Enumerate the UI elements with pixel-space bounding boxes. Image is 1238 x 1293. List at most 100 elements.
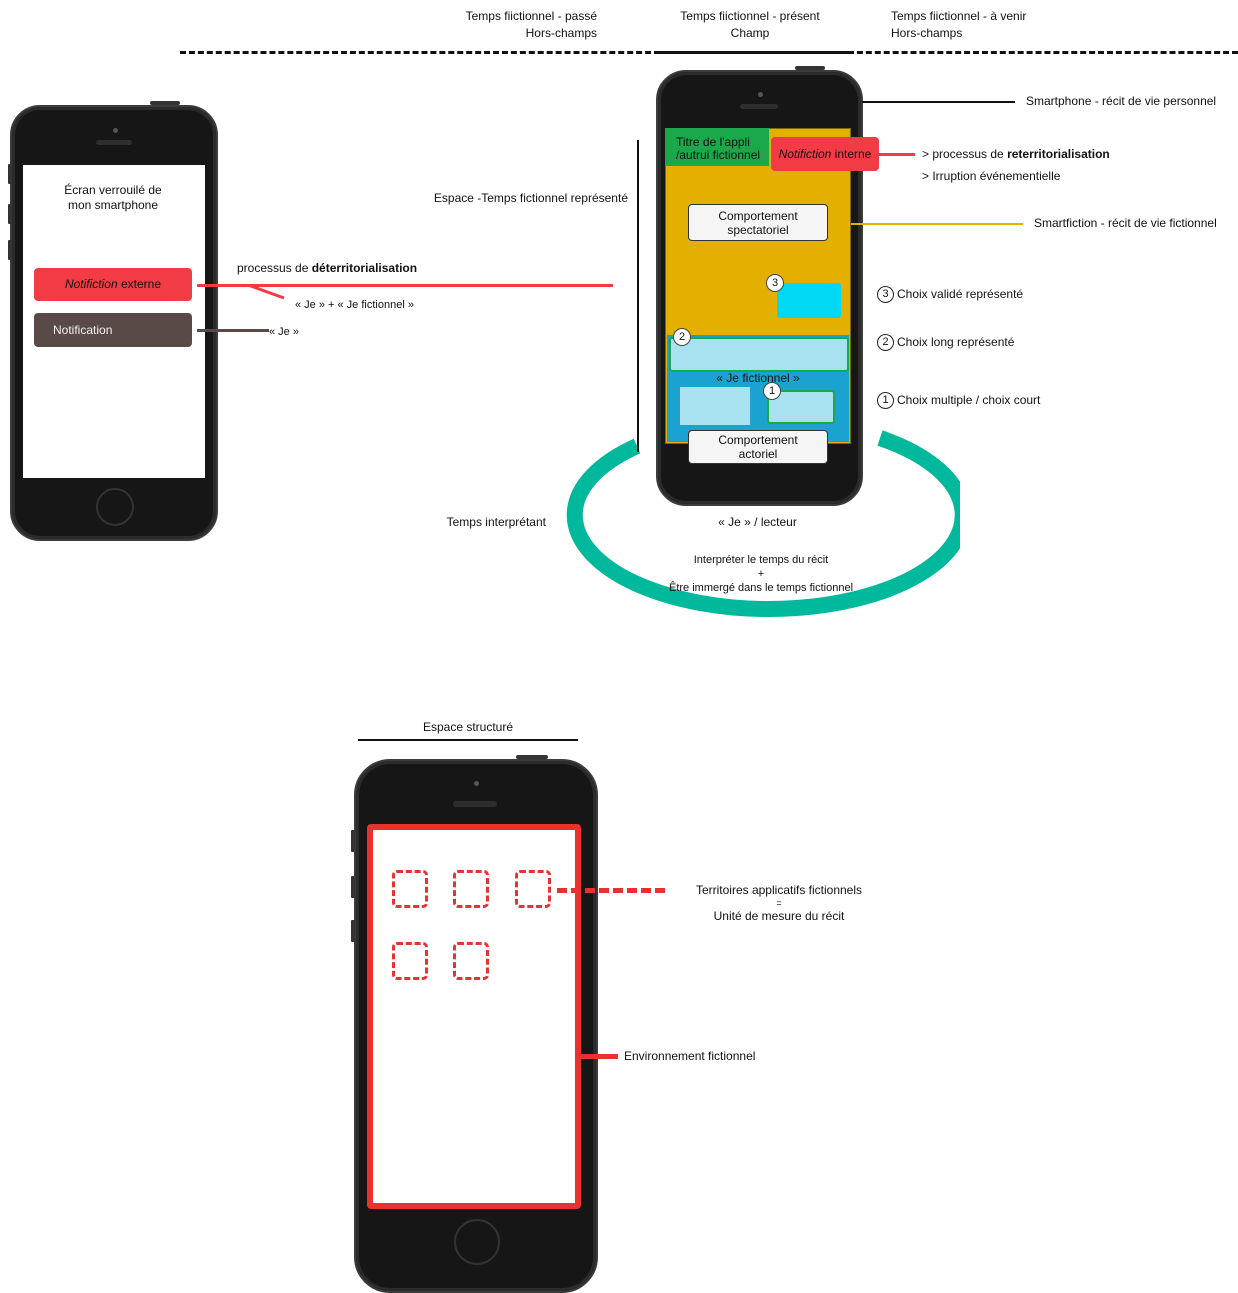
app-title: Titre de l'appli /autrui fictionnel <box>676 136 760 162</box>
deterritorialisation-branch <box>247 284 285 300</box>
choice-2-text: Choix long représenté <box>897 335 1015 349</box>
choice-short-box-a[interactable] <box>680 387 750 425</box>
choice-3-number: 3 <box>877 286 894 304</box>
side-button <box>8 204 12 224</box>
temps-interpretant-label: Temps interprétant <box>446 515 546 529</box>
je-label: « Je » <box>269 326 299 338</box>
timeline-present-line <box>660 51 848 54</box>
espace-structure-label: Espace structuré <box>422 720 514 734</box>
home-button-icon[interactable] <box>96 488 134 526</box>
side-button <box>351 830 355 852</box>
camera-icon <box>474 781 479 786</box>
side-button <box>8 164 12 184</box>
app-territory-icon[interactable] <box>453 942 489 980</box>
interpreter-caption: Interpréter le temps du récit + Être imm… <box>620 553 902 595</box>
camera-icon <box>758 92 763 97</box>
speaker-icon <box>740 104 778 109</box>
timeline-past-sub: Hors-champs <box>525 26 597 40</box>
choice-3-text: Choix validé représenté <box>897 287 1024 301</box>
smartphone-connector <box>862 101 1015 103</box>
territoires-equals: = <box>776 898 782 908</box>
lock-screen-caption-line2: mon smartphone <box>67 198 159 212</box>
timeline-present-title: Temps fiictionnel - présent <box>680 9 820 23</box>
territoires-line1: Territoires applicatifs fictionnels <box>695 883 863 897</box>
speaker-icon <box>453 801 497 807</box>
je-fictionnel-label: « Je fictionnel » <box>716 371 800 385</box>
speaker-icon <box>96 140 132 145</box>
badge-1: 1 <box>763 382 781 400</box>
notification-internal[interactable]: Notifiction interne <box>771 137 879 171</box>
timeline-future-dashed-line <box>848 51 1238 54</box>
smartfiction-label: Smartfiction - récit de vie fictionnel <box>1034 216 1217 230</box>
timeline-present-sub: Champ <box>730 26 770 40</box>
deterritorialisation-label: processus de déterritorialisation <box>237 260 417 277</box>
timeline-past: Temps fiictionnel - passé Hors-champs <box>430 8 597 42</box>
territoires-line2: Unité de mesure du récit <box>713 909 845 923</box>
reterritorialisation-connector <box>879 153 915 156</box>
timeline-future-title: Temps fiictionnel - à venir <box>891 9 1027 23</box>
reterritorialisation-prefix: > processus de <box>922 147 1008 161</box>
app-territory-icon[interactable] <box>453 870 489 908</box>
spectator-line1: Comportement <box>718 209 798 223</box>
environnement-connector <box>578 1054 618 1059</box>
app-title-line2: /autrui fictionnel <box>676 148 761 162</box>
notification-internal-rest: interne <box>831 147 872 161</box>
smartphone-label: Smartphone - récit de vie personnel <box>1026 94 1217 108</box>
lock-screen-caption: Écran verrouilé de mon smartphone <box>22 183 204 213</box>
timeline-past-dashed-line <box>180 51 660 54</box>
app-territory-icon[interactable] <box>392 942 428 980</box>
power-button <box>516 755 548 759</box>
irruption-label: > Irruption événementielle <box>922 169 1061 183</box>
interpreter-plus: + <box>757 568 765 580</box>
side-button <box>8 240 12 260</box>
territoires-connector <box>557 888 665 893</box>
choice-validated-label: 3 Choix validé représenté <box>877 286 1024 304</box>
choice-1-number: 1 <box>877 392 894 410</box>
interpreter-line1: Interpréter le temps du récit <box>693 554 829 566</box>
badge-2: 2 <box>673 328 691 346</box>
timeline-past-title: Temps fiictionnel - passé <box>465 9 597 23</box>
app-territory-icon[interactable] <box>392 870 428 908</box>
side-button <box>351 876 355 898</box>
lock-screen-caption-line1: Écran verrouilé de <box>64 183 162 197</box>
reterritorialisation-label: > processus de reterritorialisation <box>922 146 1110 163</box>
home-button-icon[interactable] <box>454 1219 500 1265</box>
choice-2-number: 2 <box>877 334 894 352</box>
interpreter-line2: Être immergé dans le temps fictionnel <box>668 582 854 594</box>
notification-internal-em: Notifiction <box>778 147 832 161</box>
timeline-present: Temps fiictionnel - présent Champ <box>660 8 840 42</box>
actor-behaviour-box[interactable]: Comportement actoriel <box>688 430 828 464</box>
spectator-behaviour-box[interactable]: Comportement spectatoriel <box>688 204 828 241</box>
actor-line1: Comportement <box>718 433 798 447</box>
actor-line2: actoriel <box>738 447 778 461</box>
choice-1-text: Choix multiple / choix court <box>897 393 1041 407</box>
espace-structure-line <box>358 739 578 741</box>
app-territory-icon[interactable] <box>515 870 551 908</box>
notification-external-em: Notifiction <box>64 277 118 291</box>
lecteur-label: « Je » / lecteur <box>718 515 797 529</box>
notification-external-rest: externe <box>117 277 162 291</box>
timeline-future: Temps fiictionnel - à venir Hors-champs <box>891 8 1071 42</box>
espace-temps-bracket <box>637 140 639 452</box>
power-button <box>150 101 180 105</box>
power-button <box>795 66 825 70</box>
deterritorialisation-prefix: processus de <box>237 261 312 275</box>
territoires-caption: Territoires applicatifs fictionnels = Un… <box>668 882 890 925</box>
choice-multiple-label: 1 Choix multiple / choix court <box>877 392 1041 410</box>
espace-temps-label: Espace -Temps fictionnel représenté <box>433 191 628 205</box>
notification-plain[interactable]: Notification <box>34 313 192 347</box>
spectator-line2: spectatoriel <box>727 223 789 237</box>
je-plus-label: « Je » + « Je fictionnel » <box>295 299 414 311</box>
camera-icon <box>113 128 118 133</box>
deterritorialisation-bold: déterritorialisation <box>311 261 418 275</box>
choice-long-label: 2 Choix long représenté <box>877 334 1015 352</box>
environnement-label: Environnement fictionnel <box>624 1049 756 1063</box>
smartfiction-connector <box>851 223 1023 225</box>
notification-external[interactable]: Notifiction externe <box>34 268 192 301</box>
choice-long-box[interactable] <box>669 337 849 372</box>
side-button <box>351 920 355 942</box>
notification-je-connector <box>197 329 269 332</box>
badge-3: 3 <box>766 274 784 292</box>
reterritorialisation-bold: reterritorialisation <box>1007 147 1110 161</box>
choice-validated-box[interactable] <box>777 283 841 318</box>
